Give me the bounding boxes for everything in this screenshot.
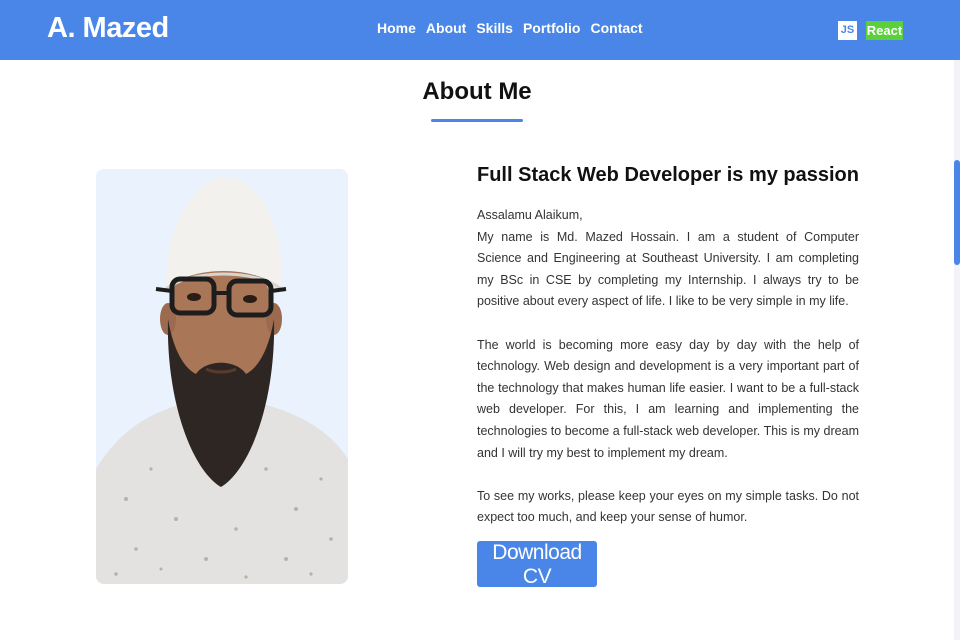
paragraph-three: To see my works, please keep your eyes o… xyxy=(477,488,859,525)
portrait-illustration xyxy=(96,169,348,584)
nav-link-home[interactable]: Home xyxy=(377,20,416,36)
title-underline xyxy=(431,119,523,122)
paragraph-one: My name is Md. Mazed Hossain. I am a stu… xyxy=(477,229,859,309)
profile-photo xyxy=(96,169,348,584)
about-heading: Full Stack Web Developer is my passion xyxy=(477,164,859,186)
nav-link-skills[interactable]: Skills xyxy=(476,20,513,36)
page-scrollbar[interactable] xyxy=(954,60,960,640)
js-badge: JS xyxy=(838,21,857,40)
brand-logo[interactable]: A. Mazed xyxy=(47,12,169,45)
about-description: Assalamu Alaikum, My name is Md. Mazed H… xyxy=(477,205,859,529)
nav-link-contact[interactable]: Contact xyxy=(590,20,642,36)
paragraph-intro: Assalamu Alaikum, My name is Md. Mazed H… xyxy=(477,205,859,313)
react-badge: React xyxy=(866,21,903,40)
download-cv-button[interactable]: Download CV xyxy=(477,541,597,588)
section-title: About Me xyxy=(422,78,532,105)
paragraph-two: The world is becoming more easy day by d… xyxy=(477,337,859,460)
nav-link-portfolio[interactable]: Portfolio xyxy=(523,20,581,36)
scrollbar-thumb[interactable] xyxy=(954,160,960,265)
main-nav: Home About Skills Portfolio Contact xyxy=(377,20,643,36)
greeting-text: Assalamu Alaikum, xyxy=(477,208,583,222)
top-navbar: A. Mazed Home About Skills Portfolio Con… xyxy=(0,0,960,60)
nav-link-about[interactable]: About xyxy=(426,20,466,36)
